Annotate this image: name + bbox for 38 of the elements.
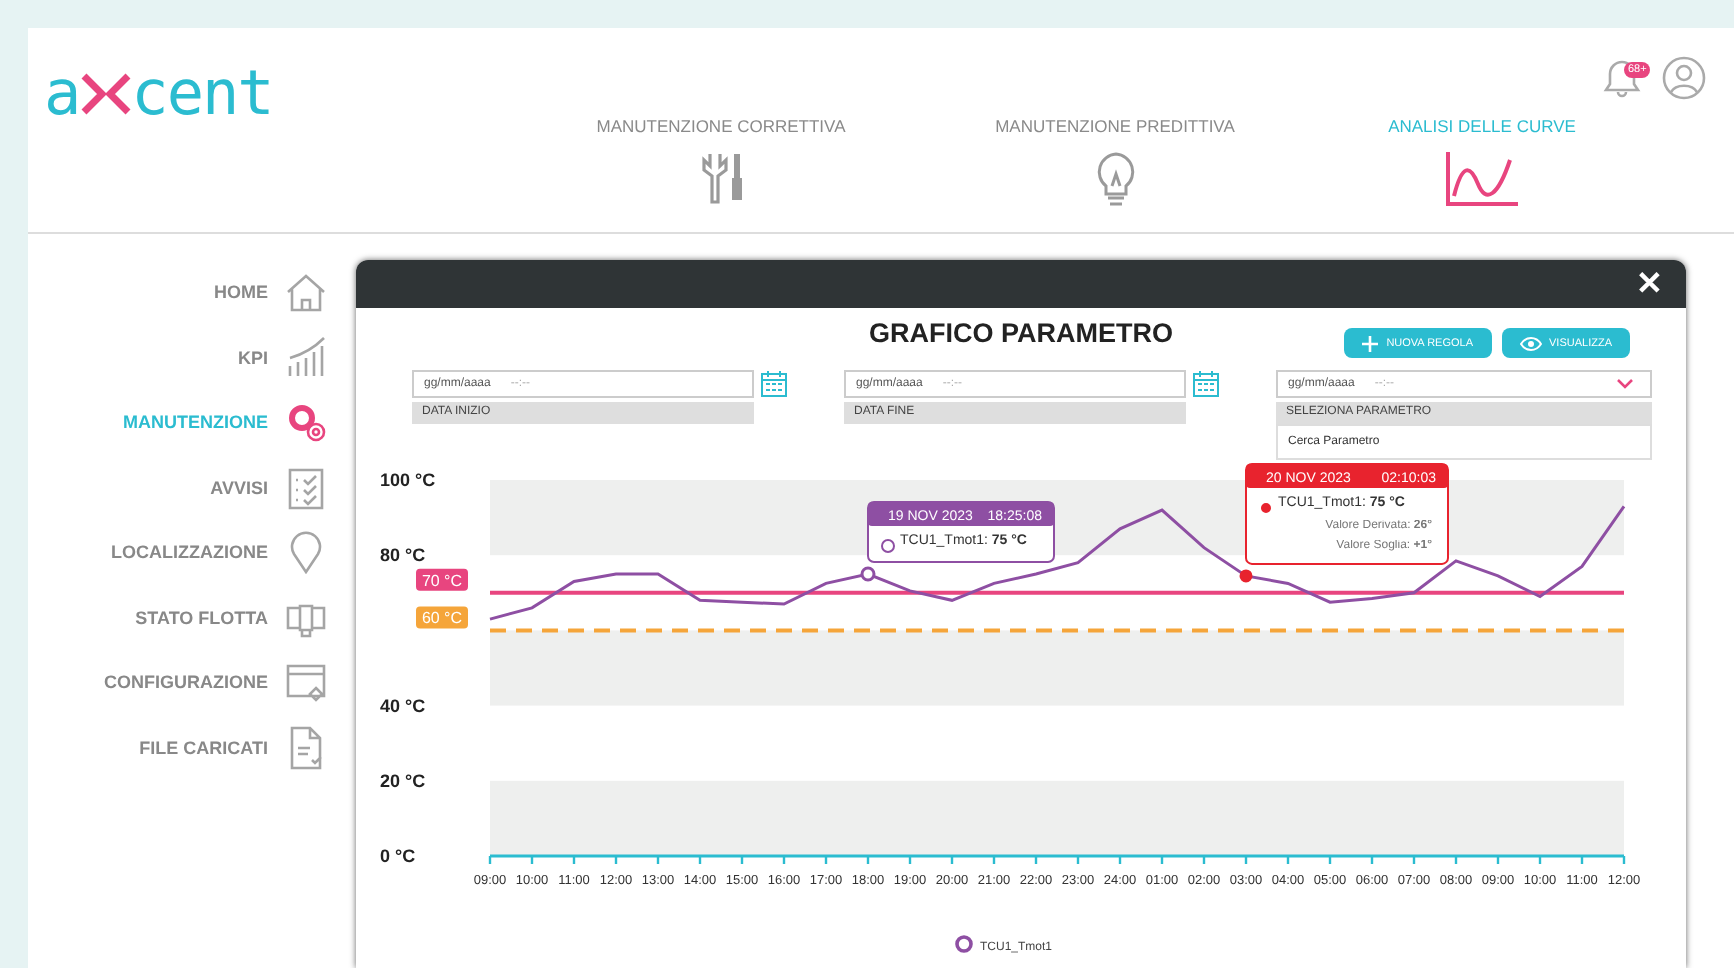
axis-label: 40 °C [380, 695, 426, 716]
chevron-down-icon [1616, 378, 1634, 390]
dialog-title: GRAFICO PARAMETRO [869, 316, 1173, 348]
sidebar-item[interactable]: FILE CARICATI [28, 725, 328, 769]
axis-label: 0 °C [380, 846, 416, 866]
line-chart-icon [1442, 148, 1522, 208]
calendar-icon[interactable] [1192, 370, 1220, 398]
gears-icon [284, 400, 328, 444]
threshold-tag: 60 °C [416, 606, 468, 629]
sidebar-item[interactable]: AVVISI [28, 465, 328, 509]
threshold-tag: 70 °C [416, 568, 468, 591]
eye-icon [1519, 335, 1542, 351]
logo-chevrons-icon [79, 72, 132, 116]
sidebar-item[interactable]: LOCALIZZAZIONE [28, 530, 328, 574]
axis-label: 20 °C [380, 770, 426, 791]
sidebar-item[interactable]: MANUTENZIONE [28, 400, 328, 444]
nav-tab[interactable]: ANALISI DELLE CURVE [1312, 116, 1652, 220]
nav-tab[interactable]: MANUTENZIONE CORRETTIVA [524, 116, 918, 220]
logo-text: a [44, 58, 80, 130]
sidebar-item[interactable]: CONFIGURAZIONE [28, 660, 328, 704]
calendar-icon[interactable] [760, 370, 788, 398]
bell-icon[interactable] [1602, 58, 1642, 98]
legend-marker-icon [955, 935, 973, 953]
bar-chart-icon [284, 335, 328, 379]
ref-line-label: 70 °C [421, 571, 463, 590]
axis-label: 100 °C [380, 470, 436, 490]
nav-tab[interactable]: MANUTENZIONE PREDITTIVA [918, 116, 1312, 220]
home-icon [284, 270, 328, 314]
axis-label: 80 °C [380, 545, 426, 566]
sidebar-item[interactable]: KPI [28, 335, 328, 379]
checklist-icon [284, 465, 328, 509]
sidebar-item[interactable]: STATO FLOTTA [28, 595, 328, 639]
sidebar-item[interactable]: HOME [28, 270, 328, 314]
logo-text: cent [131, 58, 273, 130]
ref-line-label: 60 °C [421, 609, 463, 628]
close-button[interactable]: ✕ [1612, 264, 1686, 304]
plus-icon [1362, 335, 1379, 351]
user-avatar-icon[interactable] [1662, 56, 1706, 100]
